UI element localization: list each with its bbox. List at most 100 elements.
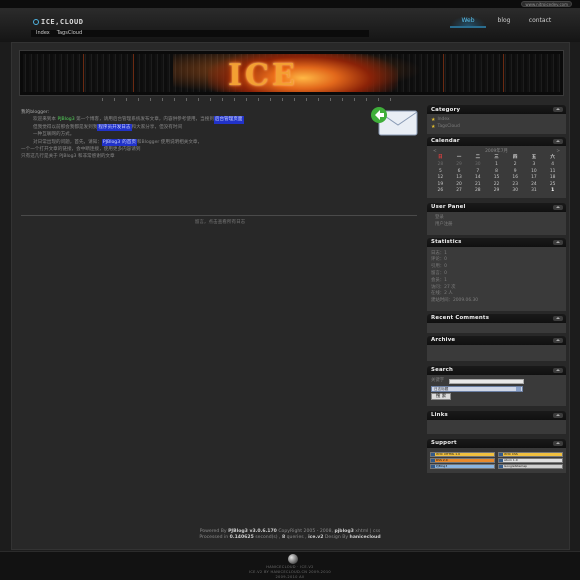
- collapse-toggle-icon[interactable]: [553, 440, 563, 446]
- widget-category: Category ★ Index ★ TagsCloud: [427, 105, 566, 134]
- calendar-day[interactable]: 13: [450, 175, 469, 182]
- view-all-link[interactable]: 留言，点击查看所有日志: [19, 219, 421, 225]
- calendar-day[interactable]: 31: [525, 188, 544, 195]
- widget-body: W3C XHTML 1.0 W3C CSS RSS 2.0 Atom 1.0 P…: [427, 447, 566, 473]
- widget-title: Calendar: [431, 138, 460, 145]
- stat-item: 评论：0: [431, 257, 447, 263]
- post-link[interactable]: PJBlog3: [57, 117, 74, 122]
- top-bar: www.nitroicedev.com: [0, 0, 580, 9]
- bottom-line: HANICECLOUD · ICE.V2: [266, 565, 314, 569]
- widget-body: [427, 344, 566, 361]
- category-item[interactable]: ★ TagsCloud: [431, 124, 562, 131]
- widget-body: [427, 419, 566, 434]
- calendar-day[interactable]: 29: [487, 188, 506, 195]
- search-button[interactable]: 搜 索: [431, 392, 452, 400]
- widget-header: Archive: [427, 335, 566, 345]
- search-input[interactable]: [449, 378, 525, 384]
- footer-link[interactable]: pjblog3: [334, 529, 353, 534]
- nav-contact[interactable]: contact: [522, 16, 558, 28]
- calendar-day[interactable]: 2: [506, 162, 525, 169]
- calendar-day[interactable]: 30: [468, 162, 487, 169]
- calendar-day[interactable]: 4: [543, 162, 562, 169]
- crumb-tagscloud[interactable]: TagsCloud: [57, 30, 82, 37]
- banner: ICE: [19, 50, 564, 96]
- register-link[interactable]: 用户注册: [435, 222, 562, 229]
- search-row: 关键字: [431, 378, 562, 385]
- collapse-toggle-icon[interactable]: [553, 412, 563, 418]
- main-nav: Web blog contact: [450, 16, 558, 28]
- post-link[interactable]: 程序员开发日志: [97, 123, 132, 132]
- calendar-day[interactable]: 12: [431, 175, 450, 182]
- bottom-line: 2009-2010 All: [275, 575, 305, 579]
- badge-css[interactable]: W3C CSS: [498, 451, 563, 457]
- login-link[interactable]: 登录: [435, 215, 562, 222]
- collapse-toggle-icon[interactable]: [553, 367, 563, 373]
- calendar-day[interactable]: 1: [487, 162, 506, 169]
- calendar-day[interactable]: 3: [525, 162, 544, 169]
- calendar-day[interactable]: 14: [468, 175, 487, 182]
- calendar-day[interactable]: 17: [525, 175, 544, 182]
- post-text: 但我觉得以前那会我都是发到我: [33, 124, 98, 130]
- calendar-day[interactable]: 1: [543, 188, 562, 195]
- post-line: 只有这几行是关于 PJBlog3 和非常感谢的文章: [21, 154, 115, 160]
- footer-value: 0.140625: [229, 535, 254, 540]
- footer-value: ice.v2: [308, 535, 324, 540]
- post-text: 第一个博客，请用后台管理系统发布文章，内容供参考使用，当搜到: [74, 117, 214, 123]
- collapse-toggle-icon[interactable]: [553, 315, 563, 321]
- calendar-day[interactable]: 18: [543, 175, 562, 182]
- badge-rss[interactable]: RSS 2.0: [430, 457, 495, 463]
- post-title[interactable]: 我的blogger:: [21, 109, 419, 116]
- breadcrumb: Index TagsCloud: [31, 30, 369, 37]
- badge-atom[interactable]: Atom 1.0: [498, 457, 563, 463]
- collapse-toggle-icon[interactable]: [553, 204, 563, 210]
- crumb-index[interactable]: Index: [36, 30, 50, 37]
- banner-stripe: [83, 54, 84, 92]
- footer-text: queries ,: [285, 535, 309, 540]
- calendar-day[interactable]: 29: [450, 162, 469, 169]
- banner-image: ICE: [23, 54, 560, 92]
- calendar-day[interactable]: 28: [431, 162, 450, 169]
- footer-line: Processed in 0.140625 second(s) , 8 quer…: [0, 535, 580, 541]
- footer-link[interactable]: PJBlog3 v3.0.6.170: [228, 529, 277, 534]
- post-link[interactable]: 的首页: [121, 138, 137, 147]
- calendar-weekday: 三: [494, 155, 499, 161]
- post-text: 和Blogger 使用说明相关文章，: [136, 139, 203, 145]
- footer-link[interactable]: hanicecloud: [350, 535, 381, 540]
- footer-text: Powered By: [199, 529, 229, 534]
- collapse-toggle-icon[interactable]: [553, 138, 563, 144]
- calendar-day[interactable]: 27: [450, 188, 469, 195]
- badge-sitemap[interactable]: GoogleSitemap: [498, 463, 563, 469]
- collapse-toggle-icon[interactable]: [553, 107, 563, 112]
- collapse-toggle-icon[interactable]: [553, 239, 563, 245]
- logo-ring-icon: [33, 19, 39, 25]
- calendar-day[interactable]: 30: [506, 188, 525, 195]
- post-link[interactable]: PJBlog3: [101, 138, 122, 147]
- calendar-day[interactable]: 16: [506, 175, 525, 182]
- post-link[interactable]: 后台管理页面: [213, 116, 244, 124]
- site-logo[interactable]: ICE,CLOUD: [33, 18, 83, 26]
- category-item[interactable]: ★ Index: [431, 117, 562, 124]
- search-type-select[interactable]: 日志标题: [431, 385, 523, 392]
- widget-header: User Panel: [427, 202, 566, 212]
- nav-web[interactable]: Web: [450, 16, 486, 28]
- collapse-toggle-icon[interactable]: [553, 337, 563, 343]
- stat-item: 会员：1: [431, 277, 447, 283]
- widget-header: Support: [427, 438, 566, 448]
- widget-body: 日志：1 评论：0 引用：0 留言：0 会员：1 访问：27 次 在线：2 人 …: [427, 246, 566, 311]
- calendar-prev-button[interactable]: <: [433, 149, 437, 156]
- calendar-weekday: 五: [531, 155, 537, 161]
- post-line: 但我觉得以前那会我都是发到我程序员开发日志和大家分享，但没有时间: [21, 123, 419, 132]
- top-link[interactable]: www.nitroicedev.com: [521, 1, 572, 7]
- widget-statistics: Statistics 日志：1 评论：0 引用：0 留言：0 会员：1 访问：2…: [427, 237, 566, 311]
- banner-title: ICE: [228, 58, 298, 92]
- sidebar: Category ★ Index ★ TagsCloud Calendar < 20…: [427, 105, 566, 476]
- post-line: 一种互联网的方式。: [21, 131, 419, 138]
- calendar-next-button[interactable]: >: [556, 149, 560, 156]
- badge-xhtml[interactable]: W3C XHTML 1.0: [430, 451, 495, 457]
- badge-pjblog[interactable]: PJBlog3: [430, 463, 495, 469]
- calendar-day[interactable]: 28: [468, 188, 487, 195]
- calendar-day[interactable]: 26: [431, 188, 450, 195]
- post-separator: [21, 215, 417, 216]
- calendar-day[interactable]: 15: [487, 175, 506, 182]
- nav-blog[interactable]: blog: [486, 16, 522, 28]
